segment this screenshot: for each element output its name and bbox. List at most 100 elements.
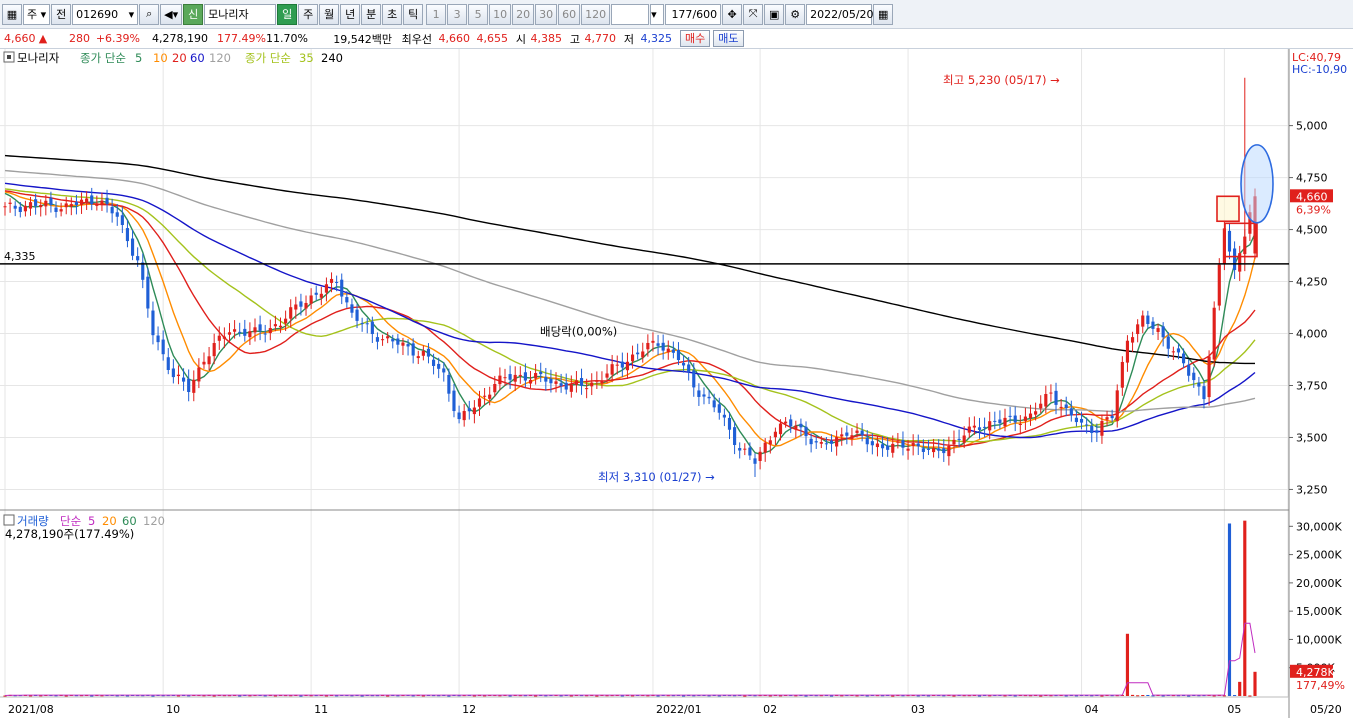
volume-bar bbox=[743, 695, 747, 697]
best-quote-label: 최우선 bbox=[401, 32, 432, 46]
prefix-button[interactable]: 전 bbox=[51, 3, 72, 25]
interval-tab[interactable]: 1 bbox=[426, 3, 447, 25]
interval-tab[interactable]: 30 bbox=[535, 3, 558, 25]
candle-body bbox=[472, 407, 476, 415]
candle-body bbox=[309, 295, 313, 304]
candle-body bbox=[1085, 424, 1089, 426]
search-icon[interactable]: ⌕ bbox=[139, 3, 160, 25]
candle-body bbox=[340, 279, 344, 297]
candle-body bbox=[1120, 361, 1124, 388]
last-vol-pct: 177,49% bbox=[1296, 679, 1345, 692]
highlight-ellipse bbox=[1240, 144, 1274, 224]
save-icon[interactable]: ▣ bbox=[764, 3, 785, 25]
candle-body bbox=[768, 440, 772, 445]
candle-body bbox=[289, 307, 293, 319]
candle-body bbox=[681, 362, 686, 366]
candle-body bbox=[141, 262, 145, 280]
legend-ma60: 60 bbox=[190, 51, 205, 65]
candle-body bbox=[100, 200, 104, 205]
candle-body bbox=[227, 332, 232, 335]
vol-axis-label: 30,000K bbox=[1296, 520, 1342, 533]
candle-body bbox=[8, 202, 12, 204]
candle-body bbox=[784, 421, 788, 424]
candle-body bbox=[952, 439, 956, 445]
volume-bar bbox=[1253, 671, 1257, 696]
candle-body bbox=[544, 377, 548, 382]
candle-body bbox=[855, 430, 859, 433]
vol-legend-ma120: 120 bbox=[143, 514, 165, 528]
volume-bar bbox=[1141, 695, 1145, 697]
sell-button[interactable]: 매도 bbox=[713, 30, 744, 47]
speaker-icon[interactable]: ◀▾ bbox=[160, 3, 183, 25]
last-vol-text: 4,278K bbox=[1296, 666, 1335, 679]
vol-axis-label: 20,000K bbox=[1296, 577, 1342, 590]
crosshair-icon[interactable]: ✥ bbox=[722, 3, 743, 25]
candle-body bbox=[799, 423, 803, 428]
period-tab[interactable]: 초 bbox=[382, 3, 403, 25]
volume-bar bbox=[360, 695, 364, 697]
period-tab[interactable]: 틱 bbox=[403, 3, 424, 25]
candle-body bbox=[518, 374, 522, 376]
candle-body bbox=[125, 228, 130, 242]
draw-tool-icon[interactable]: ⤧ bbox=[743, 3, 764, 25]
interval-tab[interactable]: 60 bbox=[558, 3, 581, 25]
candle-body bbox=[590, 382, 594, 387]
candle-body bbox=[1049, 392, 1053, 394]
legend-ma-label: 종가 단순 bbox=[80, 51, 126, 65]
period-tab[interactable]: 분 bbox=[361, 3, 382, 25]
candle-body bbox=[59, 209, 63, 212]
sin-badge[interactable]: 신 bbox=[183, 3, 204, 25]
interval-tab[interactable]: 120 bbox=[581, 3, 611, 25]
candle-body bbox=[187, 378, 191, 393]
period-tab[interactable]: 년 bbox=[340, 3, 361, 25]
interval-tab[interactable]: 5 bbox=[468, 3, 489, 25]
candle-body bbox=[263, 333, 267, 335]
x-axis-label: 2022/01 bbox=[656, 703, 702, 716]
candle-body bbox=[69, 204, 73, 207]
calendar-icon[interactable]: ▦ bbox=[873, 3, 894, 25]
buy-button[interactable]: 매수 bbox=[680, 30, 711, 47]
candle-body bbox=[988, 421, 992, 431]
gear-icon[interactable]: ⚙ bbox=[785, 3, 806, 25]
candle-body bbox=[130, 238, 135, 256]
candle-body bbox=[85, 198, 89, 203]
market-select[interactable]: 주 ▾ bbox=[23, 3, 51, 25]
candle-body bbox=[1074, 417, 1079, 423]
period-tab[interactable]: 일 bbox=[277, 3, 298, 25]
candle-body bbox=[477, 398, 482, 407]
chevron-down-icon: ▾ bbox=[37, 7, 47, 21]
chevron-down-icon[interactable]: ▾ bbox=[650, 3, 665, 25]
interval-tab[interactable]: 10 bbox=[489, 3, 512, 25]
candle-body bbox=[1013, 415, 1017, 423]
candle-body bbox=[457, 412, 461, 420]
interval-tab[interactable]: 20 bbox=[512, 3, 535, 25]
legend-dot-icon bbox=[7, 55, 11, 59]
candle-body bbox=[197, 367, 201, 382]
period-tab[interactable]: 월 bbox=[319, 3, 340, 25]
candle-body bbox=[54, 207, 58, 212]
candle-body bbox=[421, 350, 425, 356]
price-chart[interactable]: 4,335 최고 5,230 (05/17) → 최저 3,310 (01/27) … bbox=[0, 49, 1353, 718]
candle-body bbox=[462, 411, 466, 421]
candle-body bbox=[233, 329, 237, 332]
candle-body bbox=[90, 195, 94, 205]
interval-input[interactable] bbox=[611, 3, 650, 25]
candle-body bbox=[641, 351, 645, 358]
period-tab[interactable]: 주 bbox=[298, 3, 319, 25]
volume-bar bbox=[299, 695, 303, 697]
view-icon[interactable]: ▦ bbox=[2, 3, 22, 25]
count-field[interactable]: 177/600 bbox=[665, 3, 722, 25]
high-annotation: 최고 5,230 (05/17) → bbox=[943, 73, 1060, 87]
interval-tab[interactable]: 3 bbox=[447, 3, 468, 25]
candle-body bbox=[1064, 404, 1068, 409]
candle-body bbox=[1003, 417, 1007, 427]
code-input[interactable]: 012690 ▾ bbox=[72, 3, 139, 25]
date-field[interactable]: 2022/05/20 bbox=[806, 3, 874, 25]
candle-body bbox=[1054, 390, 1058, 405]
candle-body bbox=[314, 292, 318, 295]
high-label: 고 bbox=[569, 32, 580, 46]
candle-body bbox=[850, 435, 854, 439]
volume-bar bbox=[508, 695, 512, 697]
candle-body bbox=[559, 383, 563, 386]
candle-body bbox=[809, 438, 813, 445]
